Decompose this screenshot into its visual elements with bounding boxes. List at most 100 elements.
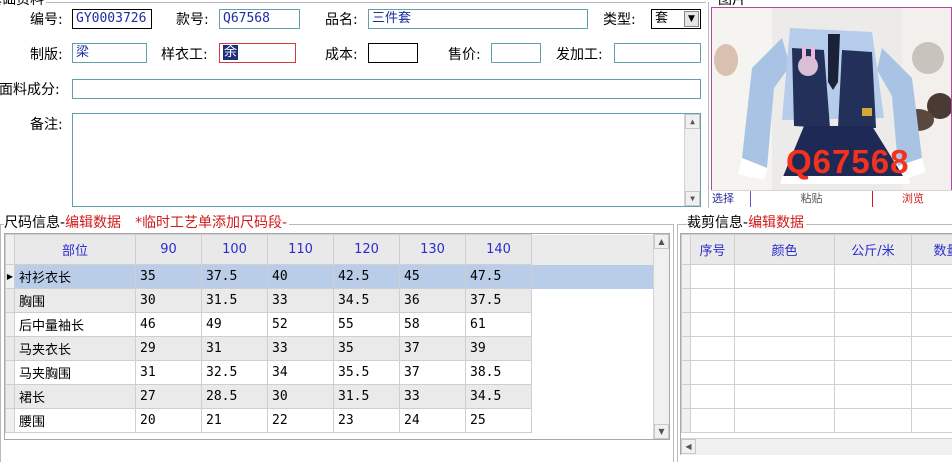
style-no-field[interactable]: Q67568 [219, 9, 300, 29]
size-part-cell[interactable]: 马夹胸围 [14, 360, 136, 385]
size-value-cell[interactable]: 46 [135, 312, 202, 337]
size-part-cell[interactable]: 后中量袖长 [14, 312, 136, 337]
size-value-cell[interactable]: 34 [267, 360, 334, 385]
size-value-cell[interactable]: 25 [465, 408, 532, 433]
size-value-cell[interactable]: 27 [135, 384, 202, 409]
cut-cell[interactable] [911, 288, 952, 313]
cut-cell[interactable] [690, 384, 735, 409]
cut-cell[interactable] [690, 288, 735, 313]
size-table-row[interactable]: 腰围 20 21 22 23 24 25 [5, 408, 669, 433]
size-table-row[interactable]: 后中量袖长 46 49 52 55 58 61 [5, 312, 669, 337]
size-table-row[interactable]: 马夹衣长 29 31 33 35 37 39 [5, 336, 669, 361]
cut-cell[interactable] [834, 288, 912, 313]
cut-table-container[interactable]: 序号 颜色 公斤/米 数量 ◀ [680, 233, 952, 455]
cut-cell[interactable] [834, 408, 912, 433]
size-value-cell[interactable]: 35 [333, 336, 400, 361]
size-value-cell[interactable]: 40 [267, 264, 334, 289]
cut-cell[interactable] [734, 288, 835, 313]
cut-cell[interactable] [834, 384, 912, 409]
cut-table-empty-row[interactable] [681, 264, 952, 289]
cut-cell[interactable] [911, 360, 952, 385]
cut-cell[interactable] [834, 336, 912, 361]
cut-table-empty-row[interactable] [681, 384, 952, 409]
row-header[interactable] [681, 336, 691, 361]
cut-cell[interactable] [911, 336, 952, 361]
size-value-cell[interactable]: 33 [267, 288, 334, 313]
row-header[interactable] [5, 288, 15, 313]
cut-table[interactable]: 序号 颜色 公斤/米 数量 [681, 234, 952, 433]
cut-cell[interactable] [690, 336, 735, 361]
scroll-down-icon[interactable]: ▼ [685, 191, 700, 206]
scroll-up-icon[interactable]: ▲ [685, 114, 700, 129]
cut-edit-data-link[interactable]: 编辑数据 [748, 215, 804, 231]
cut-cell[interactable] [834, 312, 912, 337]
product-photo[interactable]: Q67568 [711, 7, 952, 191]
col-header-size[interactable]: 90 [135, 234, 202, 265]
size-value-cell[interactable]: 47.5 [465, 264, 532, 289]
size-value-cell[interactable]: 22 [267, 408, 334, 433]
size-value-cell[interactable]: 31 [201, 336, 268, 361]
size-part-cell[interactable]: 胸围 [14, 288, 136, 313]
size-value-cell[interactable]: 34.5 [333, 288, 400, 313]
size-table-container[interactable]: 部位 90 100 110 120 130 140 ▶ 衬衫衣长 35 37.5 40 4… [4, 233, 670, 440]
size-table-row[interactable]: 胸围 30 31.5 33 34.5 36 37.5 [5, 288, 669, 313]
plate-maker-field[interactable]: 梁 [72, 43, 147, 63]
size-value-cell[interactable]: 32.5 [201, 360, 268, 385]
row-header[interactable] [5, 336, 15, 361]
remark-scrollbar[interactable]: ▲ ▼ [684, 114, 700, 206]
size-value-cell[interactable]: 36 [399, 288, 466, 313]
col-header-quantity[interactable]: 数量 [911, 234, 952, 265]
row-header[interactable] [5, 408, 15, 433]
size-value-cell[interactable]: 31.5 [333, 384, 400, 409]
col-header-size[interactable]: 100 [201, 234, 268, 265]
type-select[interactable]: 套 ▼ [651, 9, 701, 29]
col-header-seq[interactable]: 序号 [690, 234, 735, 265]
size-value-cell[interactable]: 23 [333, 408, 400, 433]
size-table-row[interactable]: 马夹胸围 31 32.5 34 35.5 37 38.5 [5, 360, 669, 385]
size-value-cell[interactable]: 31.5 [201, 288, 268, 313]
product-name-field[interactable]: 三件套 [368, 9, 588, 29]
size-value-cell[interactable]: 29 [135, 336, 202, 361]
col-header-size[interactable]: 110 [267, 234, 334, 265]
row-header[interactable] [681, 312, 691, 337]
row-header[interactable] [681, 288, 691, 313]
size-value-cell[interactable]: 37.5 [465, 288, 532, 313]
size-value-cell[interactable]: 42.5 [333, 264, 400, 289]
sample-worker-field[interactable]: 余 [219, 43, 296, 63]
cut-cell[interactable] [911, 264, 952, 289]
row-header[interactable] [5, 360, 15, 385]
row-header[interactable] [5, 384, 15, 409]
cut-table-empty-row[interactable] [681, 312, 952, 337]
row-header[interactable] [681, 264, 691, 289]
size-value-cell[interactable]: 61 [465, 312, 532, 337]
chevron-down-icon[interactable]: ▼ [684, 11, 699, 27]
row-header[interactable] [681, 384, 691, 409]
cut-cell[interactable] [734, 312, 835, 337]
size-value-cell[interactable]: 38.5 [465, 360, 532, 385]
size-value-cell[interactable]: 35.5 [333, 360, 400, 385]
cut-table-empty-row[interactable] [681, 408, 952, 433]
size-value-cell[interactable]: 37.5 [201, 264, 268, 289]
size-value-cell[interactable]: 55 [333, 312, 400, 337]
fabric-field[interactable] [72, 79, 701, 99]
size-value-cell[interactable]: 33 [399, 384, 466, 409]
current-row-marker-icon[interactable]: ▶ [5, 264, 15, 289]
cut-cell[interactable] [734, 360, 835, 385]
row-header[interactable] [681, 408, 691, 433]
cut-cell[interactable] [690, 312, 735, 337]
size-part-cell[interactable]: 裙长 [14, 384, 136, 409]
cut-table-hscrollbar[interactable]: ◀ [681, 438, 952, 455]
size-edit-data-link[interactable]: 编辑数据 [65, 215, 121, 231]
size-part-cell[interactable]: 马夹衣长 [14, 336, 136, 361]
size-value-cell[interactable]: 30 [135, 288, 202, 313]
size-table-row[interactable]: ▶ 衬衫衣长 35 37.5 40 42.5 45 47.5 [5, 264, 669, 289]
size-value-cell[interactable]: 31 [135, 360, 202, 385]
cut-table-empty-row[interactable] [681, 360, 952, 385]
size-table-row[interactable]: 裙长 27 28.5 30 31.5 33 34.5 [5, 384, 669, 409]
cost-field[interactable] [368, 43, 418, 63]
cut-cell[interactable] [734, 384, 835, 409]
cut-cell[interactable] [834, 360, 912, 385]
price-field[interactable] [491, 43, 541, 63]
scroll-down-icon[interactable]: ▼ [654, 424, 669, 439]
size-value-cell[interactable]: 33 [267, 336, 334, 361]
